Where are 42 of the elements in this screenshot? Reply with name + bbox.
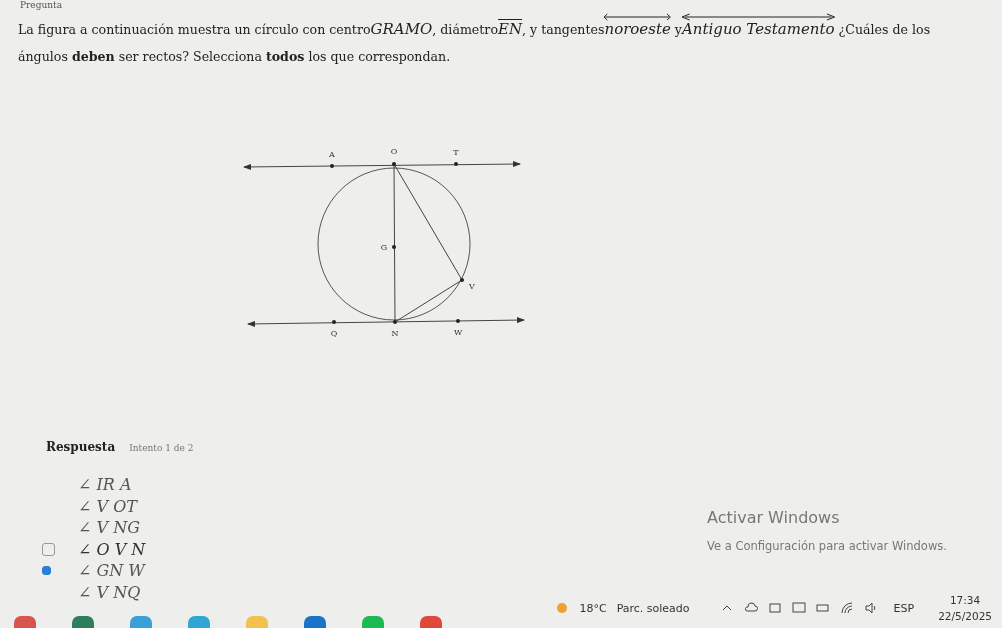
language-indicator[interactable]: ESP — [893, 601, 915, 615]
point-dot — [460, 278, 464, 282]
point-dot — [454, 162, 458, 166]
point-label: N — [391, 329, 399, 338]
answer-title: Respuesta — [46, 440, 116, 454]
point-dot — [392, 162, 396, 166]
temperature[interactable]: 18°C — [579, 601, 607, 615]
speaker-icon[interactable] — [863, 601, 878, 615]
angle-option[interactable]: ∠ V NQ — [78, 582, 141, 602]
angle-option[interactable]: ∠ V OT — [78, 496, 137, 516]
point-label: G — [380, 243, 388, 252]
angle-option[interactable]: ∠ O V N — [78, 539, 146, 559]
clock-date[interactable]: 22/5/2025 — [938, 610, 992, 622]
point-dot — [456, 319, 460, 323]
cloud-icon[interactable] — [743, 601, 758, 615]
point-label: Q — [330, 329, 338, 338]
attempt-count: Intento 1 de 2 — [129, 443, 194, 453]
page-title: Pregunta — [20, 0, 64, 10]
activation-title: Activar Windows — [707, 508, 841, 527]
battery-icon[interactable] — [815, 601, 830, 615]
point-dot — [393, 320, 397, 324]
point-label: T — [453, 148, 459, 157]
activation-subtitle: Ve a Configuración para activar Windows. — [707, 539, 947, 553]
point-label: A — [329, 150, 335, 159]
point-label: O — [390, 147, 398, 156]
point-label: W — [453, 328, 463, 337]
checkbox[interactable] — [42, 542, 55, 556]
question-text: La figura a continuación muestra un círculo con centroGRAMO, diámetroEN, y tangentesnoroeste yAntiguo Testamento ¿Cuáles de los ángulos deben ser rectos? Selecciona todos los que correspondan. — [18, 16, 968, 70]
angle-option[interactable]: ∠ V NG — [78, 518, 140, 538]
checkbox[interactable] — [42, 566, 51, 576]
angle-option[interactable]: ∠ IR A — [78, 475, 132, 495]
point-dot — [330, 164, 334, 168]
sun-icon[interactable] — [555, 601, 570, 615]
double-arrow-icon — [604, 13, 671, 21]
angle-option[interactable]: ∠ GN W — [78, 561, 145, 581]
point-dot — [392, 245, 396, 249]
double-arrow-icon — [681, 13, 835, 21]
clock-time[interactable]: 17:34 — [949, 594, 981, 606]
point-label: V — [469, 282, 475, 291]
wifi-icon[interactable] — [839, 601, 854, 615]
weather-text[interactable]: Parc. soleado — [616, 601, 690, 615]
point-dot — [332, 320, 336, 324]
